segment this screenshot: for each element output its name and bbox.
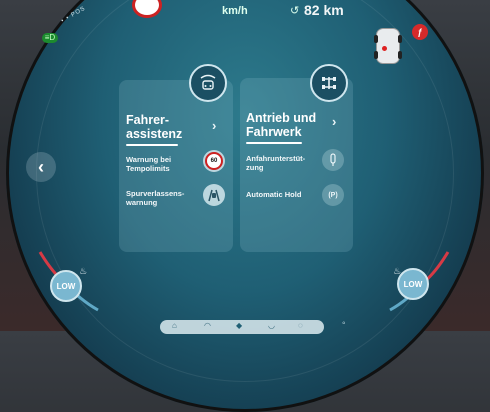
dock-item-icon[interactable]: ◠ [204, 321, 211, 330]
dock-item-icon[interactable]: ◡ [268, 321, 275, 330]
seat-heating-left-icon: ♨ [79, 266, 88, 276]
temperature-left-button[interactable]: LOW [50, 270, 82, 302]
dock-item-active-icon[interactable]: ◆ [236, 321, 242, 330]
bottom-navigation-bar[interactable]: ⌂ ◠ ◆ ◡ ◌ [160, 320, 324, 334]
dock-extra-icon[interactable]: ◦ [342, 318, 346, 329]
dock-item-icon[interactable]: ◌ [298, 321, 303, 330]
dock-item-icon[interactable]: ⌂ [172, 321, 177, 330]
seat-heating-right-icon: ♨ [393, 266, 402, 276]
